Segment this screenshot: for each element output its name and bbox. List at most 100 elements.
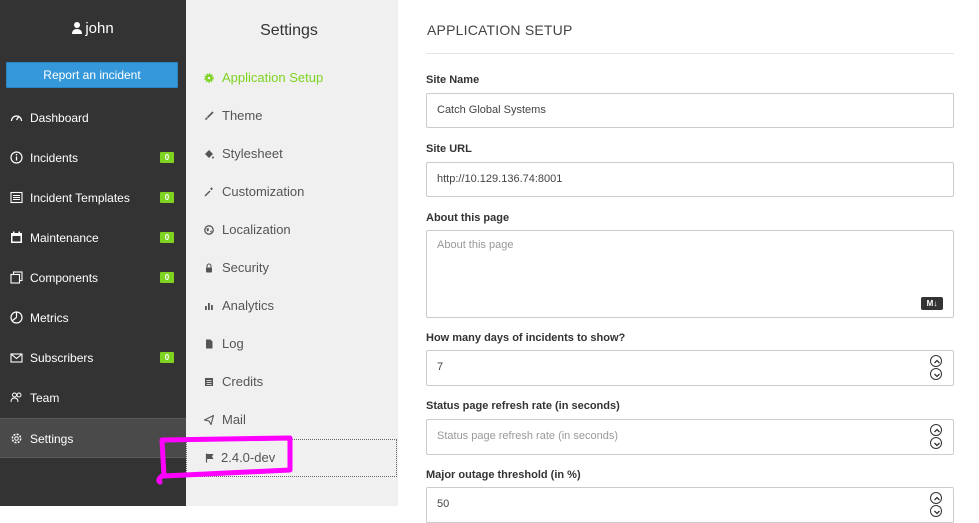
days-incidents-value: 7	[437, 361, 444, 373]
settings-nav-item-application-setup[interactable]: Application Setup	[186, 59, 398, 97]
sidebar-item-metrics[interactable]: Metrics	[0, 298, 186, 338]
sidebar-item-label: Incidents	[30, 151, 79, 165]
days-incidents-input[interactable]: 7	[426, 350, 954, 386]
refresh-rate-input[interactable]: Status page refresh rate (in seconds)	[426, 419, 954, 455]
sidebar-nav: Dashboard Incidents 0 Incident Templates…	[0, 98, 186, 458]
dashboard-icon	[10, 115, 23, 122]
section-title: APPLICATION SETUP	[427, 22, 573, 38]
settings-nav-item-security[interactable]: Security	[186, 249, 398, 287]
magic-wand-icon	[204, 187, 213, 197]
brush-icon	[205, 111, 214, 120]
version-item[interactable]: 2.4.0-dev	[186, 439, 397, 477]
settings-nav-label: Mail	[222, 412, 246, 427]
user-icon	[72, 22, 83, 34]
components-icon	[10, 271, 23, 284]
settings-nav-label: Log	[222, 336, 244, 351]
markdown-icon: M↓	[921, 297, 943, 310]
decrement-icon[interactable]	[930, 368, 942, 380]
decrement-icon[interactable]	[930, 505, 942, 517]
settings-nav-label: Application Setup	[222, 70, 324, 85]
sidebar-item-label: Components	[30, 271, 99, 285]
globe-icon	[204, 225, 214, 235]
site-url-input[interactable]: http://10.129.136.74:8001	[426, 162, 954, 197]
sidebar-item-label: Settings	[30, 432, 74, 446]
analytics-icon	[205, 303, 213, 310]
outage-threshold-input[interactable]: 50	[426, 487, 954, 523]
sidebar-item-maintenance[interactable]: Maintenance 0	[0, 218, 186, 258]
settings-nav-item-analytics[interactable]: Analytics	[186, 287, 398, 325]
refresh-rate-placeholder: Status page refresh rate (in seconds)	[437, 430, 618, 442]
document-icon	[206, 339, 213, 349]
settings-nav-item-localization[interactable]: Localization	[186, 211, 398, 249]
sidebar-item-label: Incident Templates	[30, 191, 130, 205]
site-name-input[interactable]: Catch Global Systems	[426, 93, 954, 128]
divider	[426, 53, 954, 54]
metrics-icon	[10, 311, 23, 324]
sidebar-item-label: Metrics	[30, 311, 69, 325]
user-profile[interactable]: john	[0, 20, 186, 37]
number-stepper[interactable]	[930, 424, 943, 450]
about-page-label: About this page	[426, 212, 510, 224]
outage-threshold-label: Major outage threshold (in %)	[426, 469, 581, 481]
sidebar-item-label: Subscribers	[30, 351, 94, 365]
sidebar-item-team[interactable]: Team	[0, 378, 186, 418]
gear-icon	[204, 73, 214, 83]
settings-nav-item-credits[interactable]: Credits	[186, 363, 398, 401]
increment-icon[interactable]	[930, 492, 942, 504]
outage-threshold-value: 50	[437, 498, 450, 510]
increment-icon[interactable]	[930, 355, 942, 367]
decrement-icon[interactable]	[930, 437, 942, 449]
settings-nav-label: Security	[222, 260, 269, 275]
settings-nav-item-mail[interactable]: Mail	[186, 401, 398, 439]
count-badge: 0	[160, 272, 174, 283]
sidebar-item-incidents[interactable]: Incidents 0	[0, 138, 186, 178]
number-stepper[interactable]	[930, 492, 943, 518]
site-name-label: Site Name	[426, 74, 480, 86]
increment-icon[interactable]	[930, 424, 942, 436]
count-badge: 0	[160, 352, 174, 363]
paint-bucket-icon	[205, 150, 214, 159]
calendar-icon	[11, 231, 22, 243]
settings-nav-item-customization[interactable]: Customization	[186, 173, 398, 211]
site-url-label: Site URL	[426, 143, 472, 155]
count-badge: 0	[160, 152, 174, 163]
number-stepper[interactable]	[930, 355, 943, 381]
sidebar: john Report an incident Dashboard Incide…	[0, 0, 186, 506]
settings-nav-label: Localization	[222, 222, 291, 237]
settings-nav-item-theme[interactable]: Theme	[186, 97, 398, 135]
settings-nav-label: Analytics	[222, 298, 275, 313]
paper-plane-icon	[204, 415, 214, 425]
main-content: APPLICATION SETUP Site Name Catch Global…	[398, 0, 979, 523]
sidebar-item-components[interactable]: Components 0	[0, 258, 186, 298]
settings-nav-item-stylesheet[interactable]: Stylesheet	[186, 135, 398, 173]
settings-nav-item-log[interactable]: Log	[186, 325, 398, 363]
settings-nav-label: Credits	[222, 374, 264, 389]
settings-nav: Settings Application Setup Theme Stylesh…	[186, 0, 398, 506]
sidebar-item-subscribers[interactable]: Subscribers 0	[0, 338, 186, 378]
settings-nav-label: Customization	[222, 184, 305, 199]
lock-icon	[206, 263, 212, 273]
settings-nav-label: Theme	[222, 108, 263, 123]
sidebar-item-incident-templates[interactable]: Incident Templates 0	[0, 178, 186, 218]
count-badge: 0	[160, 232, 174, 243]
flag-icon	[205, 453, 214, 463]
info-icon	[10, 151, 23, 164]
refresh-rate-label: Status page refresh rate (in seconds)	[426, 400, 620, 412]
sidebar-item-dashboard[interactable]: Dashboard	[0, 98, 186, 138]
report-incident-button[interactable]: Report an incident	[6, 62, 178, 88]
team-icon	[10, 392, 22, 403]
about-page-textarea[interactable]: About this page M↓	[426, 230, 954, 318]
sidebar-item-settings[interactable]: Settings	[0, 418, 186, 458]
templates-icon	[10, 191, 23, 204]
settings-icon	[11, 433, 22, 444]
sidebar-item-label: Dashboard	[30, 111, 89, 125]
settings-nav-title: Settings	[260, 22, 318, 39]
list-icon	[205, 378, 213, 386]
sidebar-item-label: Team	[30, 391, 60, 405]
about-page-placeholder: About this page	[437, 239, 514, 251]
settings-nav-label: Stylesheet	[222, 146, 283, 161]
days-incidents-label: How many days of incidents to show?	[426, 332, 626, 344]
count-badge: 0	[160, 192, 174, 203]
sidebar-item-label: Maintenance	[30, 231, 99, 245]
username: john	[85, 20, 114, 37]
